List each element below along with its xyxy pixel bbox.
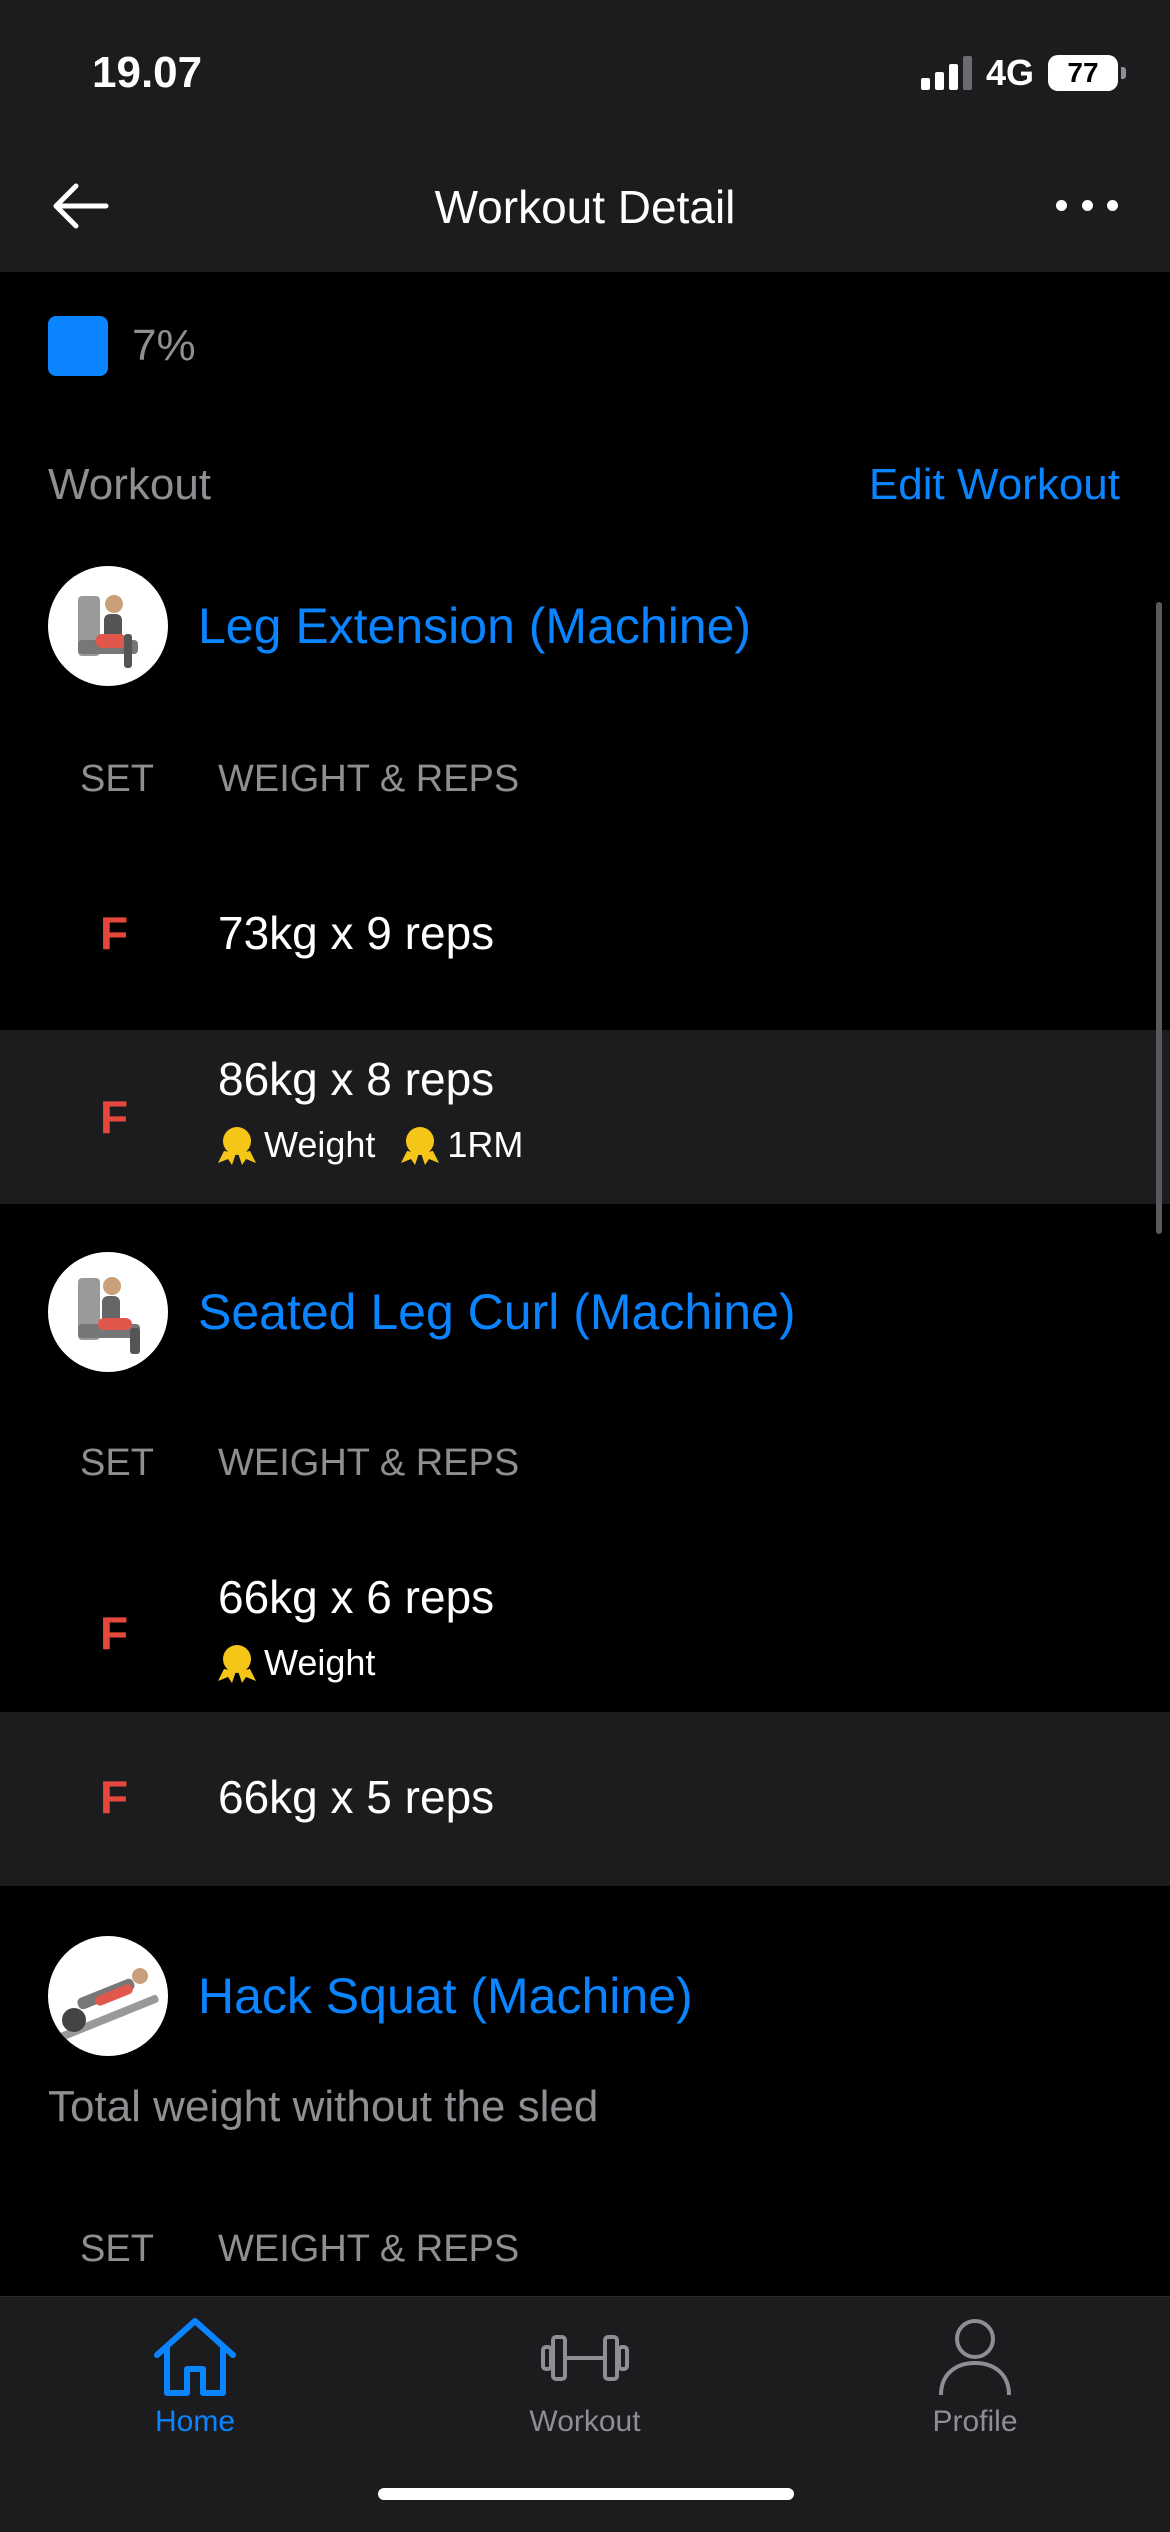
col-weight-reps: WEIGHT & REPS	[218, 2228, 520, 2270]
dumbbell-icon	[541, 2335, 629, 2381]
medal-icon	[401, 1127, 440, 1165]
exercise-header[interactable]: Seated Leg Curl (Machine)	[48, 1252, 796, 1372]
record-badges: Weight	[218, 1642, 375, 1684]
set-type-tag: F	[100, 907, 129, 959]
edit-workout-button[interactable]: Edit Workout	[869, 460, 1120, 510]
more-dots-icon	[1056, 199, 1067, 211]
badge-label: Weight	[264, 1642, 376, 1683]
muscle-percent: 7%	[132, 321, 196, 370]
exercise-name[interactable]: Seated Leg Curl (Machine)	[198, 1283, 796, 1341]
set-value: 86kg x 8 reps	[218, 1053, 495, 1105]
record-badge: 1RM	[401, 1124, 523, 1166]
tab-workout[interactable]: Workout	[485, 2315, 685, 2439]
home-indicator[interactable]	[378, 2488, 794, 2500]
set-value: 66kg x 5 reps	[218, 1771, 495, 1823]
badge-label: Weight	[264, 1124, 376, 1165]
set-columns-header: SET WEIGHT & REPS	[0, 748, 1170, 808]
tab-home[interactable]: Home	[95, 2315, 295, 2439]
set-type-tag: F	[100, 1091, 129, 1143]
status-bar: 19.07 4G 77	[0, 0, 1170, 150]
set-type-tag: F	[100, 1771, 129, 1823]
tab-label: Profile	[932, 2405, 1018, 2438]
col-set: SET	[80, 2228, 154, 2270]
exercise-thumbnail	[48, 1252, 168, 1372]
workout-section-header: Workout Edit Workout	[48, 460, 1120, 510]
col-weight-reps: WEIGHT & REPS	[218, 1442, 520, 1484]
status-time: 19.07	[92, 48, 203, 97]
set-type-tag: F	[100, 1607, 129, 1659]
more-options-button[interactable]	[1056, 190, 1118, 220]
set-value: 66kg x 6 reps	[218, 1571, 495, 1623]
medal-icon	[218, 1645, 256, 1683]
page-title: Workout Detail	[434, 181, 736, 233]
col-set: SET	[80, 758, 154, 800]
col-weight-reps: WEIGHT & REPS	[218, 758, 520, 800]
set-value: 73kg x 9 reps	[218, 907, 495, 959]
muscle-split-label: Back	[48, 272, 146, 282]
tab-label: Workout	[529, 2405, 641, 2438]
set-row: F 73kg x 9 reps	[0, 866, 1170, 1040]
exercise-thumbnail	[48, 566, 168, 686]
status-indicators: 4G 77	[920, 50, 1126, 96]
set-row: F 66kg x 6 reps Weight	[0, 1548, 1170, 1722]
scrollbar[interactable]	[1156, 602, 1162, 1234]
muscle-color-swatch	[48, 316, 108, 376]
badge-label: 1RM	[447, 1124, 524, 1165]
tab-profile[interactable]: Profile	[875, 2315, 1075, 2439]
set-columns-header: SET WEIGHT & REPS	[0, 1432, 1170, 1492]
record-badges: Weight 1RM	[218, 1124, 523, 1166]
set-row: F 86kg x 8 reps Weight 1RM	[0, 1030, 1170, 1204]
exercise-name[interactable]: Leg Extension (Machine)	[198, 597, 751, 655]
exercise-name[interactable]: Hack Squat (Machine)	[198, 1967, 693, 2025]
section-title: Workout	[48, 460, 212, 509]
exercise-thumbnail	[48, 1936, 168, 2056]
muscle-split-row: 7%	[48, 316, 196, 376]
record-badge: Weight	[218, 1124, 375, 1166]
set-row: F 66kg x 5 reps	[0, 1712, 1170, 1886]
battery-icon: 77	[1048, 55, 1126, 91]
battery-level: 77	[1067, 57, 1099, 88]
person-icon	[939, 2319, 1011, 2396]
medal-icon	[218, 1127, 256, 1165]
network-type: 4G	[985, 52, 1034, 93]
set-columns-header: SET WEIGHT & REPS	[0, 2218, 1170, 2278]
workout-detail-content[interactable]: Back 7% Workout Edit Workout Leg Extensi…	[0, 272, 1170, 2296]
home-icon	[154, 2318, 236, 2396]
cellular-signal-icon	[920, 56, 972, 90]
exercise-header[interactable]: Leg Extension (Machine)	[48, 566, 751, 686]
record-badge: Weight	[218, 1642, 375, 1684]
col-set: SET	[80, 1442, 154, 1484]
exercise-header[interactable]: Hack Squat (Machine)	[48, 1936, 693, 2056]
tab-label: Home	[154, 2405, 236, 2438]
navigation-bar: Workout Detail	[0, 150, 1170, 272]
exercise-note: Total weight without the sled	[48, 2082, 599, 2131]
